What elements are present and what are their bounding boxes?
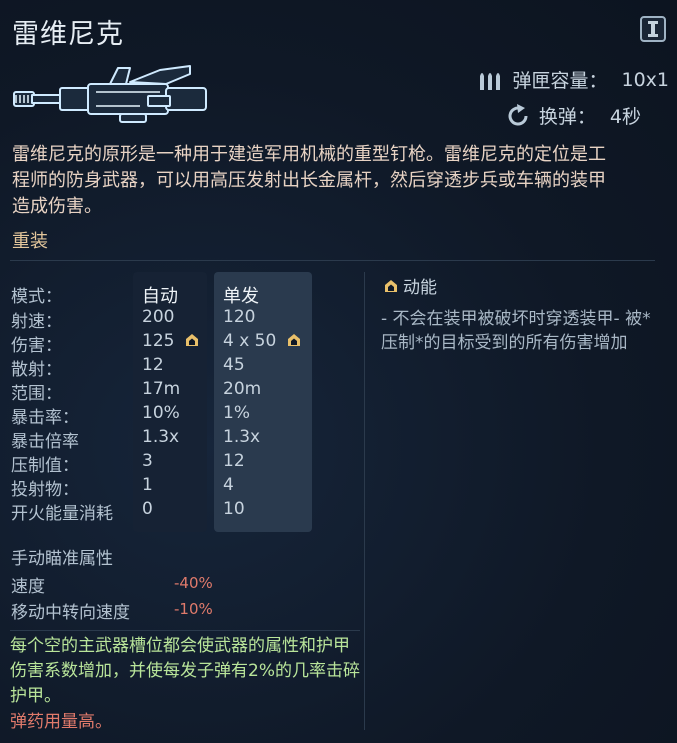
- empty-slot-bonus-text: 每个空的主武器槽位都会使武器的属性和护甲伤害系数增加，并使每发子弹有2%的几率击…: [10, 636, 360, 706]
- stat-auto-value: 3: [142, 451, 153, 471]
- stat-single-value: 20m: [223, 379, 262, 399]
- weapon-tooltip-panel: 雷维尼克 弹匣容量： 10x1 换弹： 4秒 雷维尼克的原形是一种用于建造军用机…: [0, 0, 677, 743]
- ammo-usage-note: 弹药用量高。: [10, 712, 112, 732]
- kinetic-badge-icon: [385, 279, 397, 292]
- single-mode-label[interactable]: 单发: [223, 282, 259, 308]
- stat-label: 暴击率：: [11, 408, 79, 428]
- stat-auto-value: 125: [142, 331, 175, 351]
- magazine-value: 10x1: [621, 68, 669, 91]
- stat-label: 投射物：: [11, 480, 79, 500]
- stat-label: 开火能量消耗: [11, 504, 113, 524]
- reload-icon: [508, 103, 528, 125]
- stat-single-value: 1%: [223, 403, 250, 423]
- trait-name: 动能: [403, 278, 437, 298]
- stat-auto-value: 0: [142, 499, 153, 519]
- stat-auto-value: 12: [142, 355, 164, 375]
- stat-label: 散射：: [11, 360, 62, 380]
- stat-label: 范围：: [11, 384, 62, 404]
- stat-single-value: 4 x 50: [223, 331, 277, 351]
- aim-stat-value: -40%: [174, 574, 213, 592]
- manual-aim-row-turn-speed: 移动中转向速度 -10%: [0, 598, 360, 623]
- magazine-label: 弹匣容量：: [512, 70, 608, 92]
- manual-aim-title: 手动瞄准属性: [11, 549, 113, 569]
- stat-auto-value: 17m: [142, 379, 181, 399]
- magazine-stat: 弹匣容量： 10x1: [478, 66, 669, 93]
- kinetic-badge-icon: [185, 334, 198, 346]
- stat-auto-value: 1.3x: [142, 427, 180, 447]
- stat-single-value: 45: [223, 355, 245, 375]
- aim-stat-value: -10%: [174, 600, 213, 618]
- kinetic-badge-icon: [287, 334, 300, 346]
- nailgun-weapon-icon: [13, 65, 207, 123]
- stat-label: 射速：: [11, 312, 62, 332]
- divider: [10, 260, 655, 261]
- auto-mode-label[interactable]: 自动: [142, 282, 178, 308]
- reload-label: 换弹：: [538, 106, 596, 128]
- column-divider: [364, 272, 365, 730]
- stat-auto-value: 200: [142, 307, 175, 327]
- stat-single-value: 4: [223, 475, 234, 495]
- stat-single-value: 1.3x: [223, 427, 261, 447]
- weapon-name: 雷维尼克: [12, 19, 124, 50]
- weapon-category: 重装: [12, 231, 48, 252]
- weapon-description: 雷维尼克的原形是一种用于建造军用机械的重型钉枪。雷维尼克的定位是工程师的防身武器…: [12, 144, 606, 217]
- stat-single-value-wrap: 4 x 50: [223, 331, 301, 351]
- stat-single-value: 12: [223, 451, 245, 471]
- mode-label: 模式：: [11, 287, 62, 307]
- stat-auto-value: 1: [142, 475, 153, 495]
- stat-label: 压制值：: [11, 456, 79, 476]
- reload-value: 4秒: [609, 106, 641, 128]
- stat-auto-value-wrap: 125: [142, 331, 199, 351]
- reload-stat: 换弹： 4秒: [505, 102, 641, 129]
- manual-aim-row-speed: 速度 -40%: [0, 572, 360, 597]
- trait-description: - 不会在装甲被破坏时穿透装甲- 被*压制*的目标受到的所有伤害增加: [381, 309, 651, 353]
- ammo-icon: [480, 72, 501, 90]
- aim-stat-label: 移动中转向速度: [11, 603, 130, 623]
- stat-single-value: 120: [223, 307, 256, 327]
- stat-auto-value: 10%: [142, 403, 180, 423]
- stat-label: 暴击倍率: [11, 432, 79, 452]
- aim-stat-label: 速度: [11, 577, 45, 597]
- divider: [10, 630, 360, 631]
- stat-label: 伤害：: [11, 336, 62, 356]
- trait-title: 动能: [384, 273, 437, 298]
- stat-single-value: 10: [223, 499, 245, 519]
- info-icon[interactable]: [640, 16, 666, 42]
